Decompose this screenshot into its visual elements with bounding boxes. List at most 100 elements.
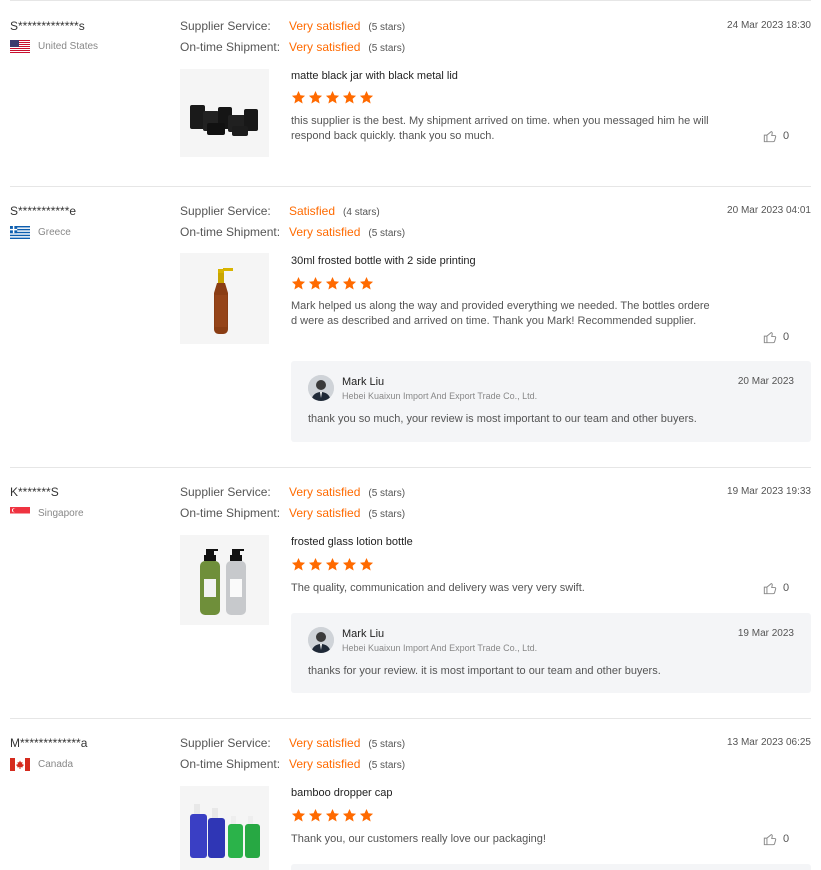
rating-value: Very satisfied — [289, 19, 361, 33]
buyer-name: S*************s — [10, 19, 85, 33]
reply-company: Hebei Kuaixun Import And Export Trade Co… — [342, 643, 538, 653]
ontime-shipment-rating: On-time Shipment: Very satisfied (5 star… — [180, 757, 405, 771]
supplier-service-label: Supplier Service: — [180, 19, 271, 33]
star-icon — [291, 557, 306, 571]
thumbs-up-icon — [763, 131, 777, 143]
star-icon — [325, 276, 340, 290]
star-icon — [359, 90, 374, 104]
star-rating — [291, 557, 374, 572]
star-icon — [359, 276, 374, 290]
rating-value: Very satisfied — [289, 506, 361, 520]
canada-flag-icon — [10, 758, 30, 771]
thumbs-up-icon — [763, 583, 777, 595]
product-thumbnail[interactable] — [180, 535, 269, 625]
star-icon — [308, 90, 323, 104]
star-rating — [291, 90, 374, 105]
ontime-shipment-rating: On-time Shipment: Very satisfied (5 star… — [180, 40, 405, 54]
rating-stars-text: (5 stars) — [368, 228, 406, 239]
ontime-shipment-rating: On-time Shipment: Very satisfied (5 star… — [180, 225, 405, 239]
reply-author: Mark Liu — [342, 628, 385, 640]
review-item: S***********e Greece Supplier Service: S… — [0, 187, 821, 467]
buyer-country: Singapore — [10, 507, 84, 520]
singapore-flag-icon — [10, 507, 30, 520]
review-item: M*************a Canada Supplier Service:… — [0, 719, 821, 870]
country-name: United States — [38, 41, 99, 52]
product-thumbnail[interactable] — [180, 786, 269, 870]
star-icon — [342, 557, 357, 571]
ontime-shipment-label: On-time Shipment: — [180, 757, 281, 771]
ontime-shipment-label: On-time Shipment: — [180, 506, 281, 520]
review-date: 13 Mar 2023 06:25 — [727, 737, 811, 748]
buyer-name: M*************a — [10, 736, 88, 750]
rating-value: Very satisfied — [289, 225, 361, 239]
product-name[interactable]: frosted glass lotion bottle — [291, 536, 413, 548]
supplier-reply: Mark Liu Hebei Kuaixun Import And Export… — [291, 361, 811, 442]
review-item: S*************s United States Supplier S… — [0, 0, 821, 186]
supplier-service-rating: Supplier Service: Very satisfied (5 star… — [180, 485, 405, 499]
product-name[interactable]: bamboo dropper cap — [291, 787, 393, 799]
buyer-name: K*******S — [10, 485, 59, 499]
avatar — [308, 375, 334, 401]
product-name[interactable]: matte black jar with black metal lid — [291, 70, 458, 82]
star-icon — [291, 90, 306, 104]
star-icon — [325, 808, 340, 822]
star-icon — [342, 808, 357, 822]
review-comment: The quality, communication and delivery … — [291, 582, 585, 594]
supplier-service-label: Supplier Service: — [180, 204, 271, 218]
thumbs-up-icon — [763, 332, 777, 344]
review-comment: Mark helped us along the way and provide… — [291, 300, 710, 327]
supplier-service-label: Supplier Service: — [180, 485, 271, 499]
star-icon — [308, 557, 323, 571]
country-name: Canada — [38, 759, 74, 770]
country-name: Singapore — [38, 508, 84, 519]
like-count: 0 — [783, 833, 790, 845]
rating-value: Very satisfied — [289, 40, 361, 54]
review-comment: Thank you, our customers really love our… — [291, 833, 546, 845]
supplier-service-rating: Supplier Service: Very satisfied (5 star… — [180, 736, 405, 750]
greece-flag-icon — [10, 226, 30, 239]
star-icon — [359, 808, 374, 822]
thumbs-up-icon — [763, 834, 777, 846]
like-button[interactable]: 0 — [763, 581, 789, 595]
rating-value: Satisfied — [289, 204, 336, 218]
product-thumbnail[interactable] — [180, 69, 269, 157]
star-icon — [325, 90, 340, 104]
rating-stars-text: (5 stars) — [368, 488, 406, 499]
star-icon — [342, 276, 357, 290]
review-item: K*******S Singapore Supplier Service: Ve… — [0, 468, 821, 718]
rating-stars-text: (4 stars) — [343, 207, 380, 218]
like-count: 0 — [783, 130, 790, 142]
product-name[interactable]: 30ml frosted bottle with 2 side printing — [291, 255, 476, 267]
star-rating — [291, 276, 374, 291]
review-date: 20 Mar 2023 04:01 — [727, 205, 811, 216]
rating-stars-text: (5 stars) — [368, 43, 406, 54]
reply-date: 20 Mar 2023 — [737, 376, 794, 387]
star-icon — [325, 557, 340, 571]
like-button[interactable]: 0 — [763, 330, 789, 344]
buyer-country: United States — [10, 40, 98, 53]
ontime-shipment-label: On-time Shipment: — [180, 225, 281, 239]
buyer-name: S***********e — [10, 204, 77, 218]
buyer-country: Canada — [10, 758, 73, 771]
supplier-reply: Mark Liu Hebei Kuaixun Import And Export… — [291, 613, 811, 693]
reply-author: Mark Liu — [342, 376, 385, 388]
like-count: 0 — [783, 582, 790, 594]
like-button[interactable]: 0 — [763, 832, 789, 846]
like-button[interactable]: 0 — [763, 129, 789, 143]
star-icon — [359, 557, 374, 571]
reply-date: 19 Mar 2023 — [737, 628, 794, 639]
country-name: Greece — [38, 227, 71, 238]
star-icon — [308, 808, 323, 822]
rating-stars-text: (5 stars) — [368, 22, 406, 33]
reply-company: Hebei Kuaixun Import And Export Trade Co… — [342, 391, 538, 401]
rating-value: Very satisfied — [289, 757, 361, 771]
ontime-shipment-rating: On-time Shipment: Very satisfied (5 star… — [180, 506, 405, 520]
rating-value: Very satisfied — [289, 736, 361, 750]
star-icon — [342, 90, 357, 104]
rating-stars-text: (5 stars) — [368, 739, 406, 750]
like-count: 0 — [783, 331, 790, 343]
supplier-service-rating: Supplier Service: Very satisfied (5 star… — [180, 19, 405, 33]
buyer-country: Greece — [10, 226, 71, 239]
supplier-reply — [291, 864, 811, 870]
product-thumbnail[interactable] — [180, 253, 269, 344]
